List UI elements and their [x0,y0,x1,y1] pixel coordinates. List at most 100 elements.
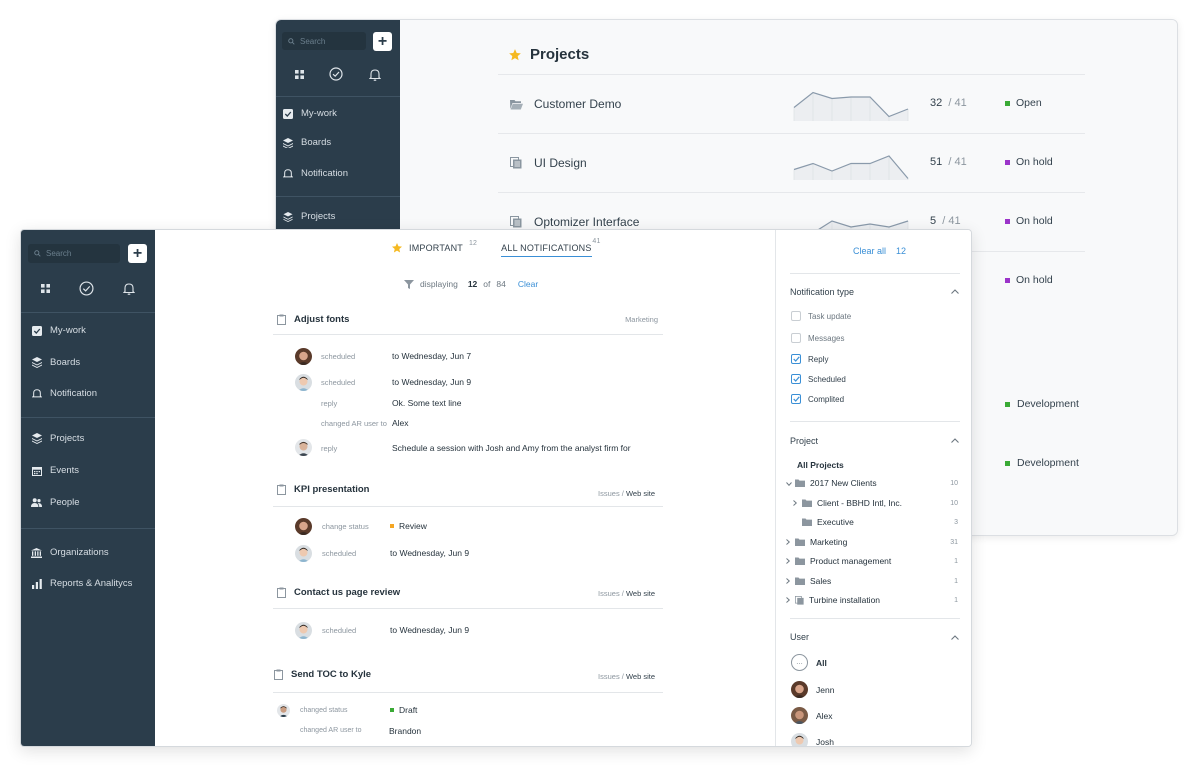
clear-all-button[interactable]: Clear all 12 [853,246,906,256]
section-notification-type[interactable]: Notification type [790,287,854,297]
sidebar-item-my-work[interactable]: My-work [31,325,86,336]
tab-all-notifications[interactable]: ALL NOTIFICATIONS 41 [501,238,600,257]
status-badge: On hold [1005,156,1053,168]
sidebar-item-my-work[interactable]: My-work [282,108,337,119]
sidebar-item-label: People [50,497,80,508]
project-name[interactable]: Optomizer Interface [534,215,639,229]
sidebar-item-projects[interactable]: Projects [282,211,335,222]
sidebar-item-people[interactable]: People [31,497,80,508]
chevron-up-icon[interactable] [951,632,959,642]
all-projects-item[interactable]: All Projects [797,460,844,470]
notification-tabs: IMPORTANT 12 ALL NOTIFICATIONS 41 [391,238,600,257]
section-user[interactable]: User [790,632,809,642]
folder-open-icon [510,97,523,115]
sidebar-item-label: Notification [50,388,97,399]
sidebar-item-label: Reports & Analitycs [50,578,133,589]
user-item-all[interactable]: … All [791,654,827,671]
activity-value: Review [390,521,427,531]
check-circle-icon[interactable] [329,67,344,81]
avatar [791,681,808,698]
chevron-right-icon[interactable] [786,577,795,586]
add-button[interactable]: + [128,244,147,263]
project-tree-item[interactable]: Client - BBHD Intl, Inc. 10 [786,498,958,508]
bank-icon [31,547,42,558]
activity-value: Schedule a session with Josh and Amy fro… [392,443,631,453]
chevron-right-icon[interactable] [786,538,795,547]
sidebar-item-label: Organizations [50,547,109,558]
project-tree-item[interactable]: 2017 New Clients 10 [786,478,958,488]
notification-group-title[interactable]: Contact us page review [277,587,400,598]
layers-icon [282,137,293,148]
notification-group-title[interactable]: Adjust fonts [277,314,349,325]
checkbox-messages[interactable]: Messages [791,333,844,343]
project-tree-item[interactable]: Turbine installation 1 [786,595,958,605]
sidebar-item-organizations[interactable]: Organizations [31,547,109,558]
user-item[interactable]: Jenn [791,681,834,698]
project-name[interactable]: Customer Demo [534,97,621,111]
user-item[interactable]: Josh [791,733,834,746]
bell-icon [31,388,42,399]
avatar [277,704,290,717]
chevron-down-icon[interactable] [786,479,795,488]
bell-icon[interactable] [122,282,135,295]
checkbox-complited[interactable]: Complited [791,394,844,404]
project-tree-item[interactable]: Sales 1 [786,576,958,586]
chevron-right-icon[interactable] [793,499,802,508]
search-input[interactable]: Search [282,32,366,50]
checkbox-scheduled[interactable]: Scheduled [791,374,846,384]
bell-icon[interactable] [369,68,382,81]
project-name[interactable]: UI Design [534,156,587,170]
project-tree-item[interactable]: Product management 1 [786,556,958,566]
sidebar-item-boards[interactable]: Boards [31,357,80,368]
group-tag-link[interactable]: Web site [626,589,655,598]
activity-value: to Wednesday, Jun 9 [390,548,470,558]
group-tag-link[interactable]: Web site [626,672,655,681]
grid-icon[interactable] [294,69,304,79]
checkbox-icon [31,325,42,336]
search-placeholder: Search [46,249,72,258]
check-icon [792,396,800,402]
check-circle-icon[interactable] [79,280,94,296]
filter-panel: Clear all 12 Notification type Task upda… [775,230,971,746]
notification-group-title[interactable]: Send TOC to Kyle [274,669,371,680]
layers-icon [31,433,42,444]
chevron-up-icon[interactable] [951,286,959,296]
tab-count: 41 [592,238,601,245]
add-button[interactable]: + [373,32,392,51]
activity-label: scheduled [321,378,356,387]
folder-icon [802,518,812,526]
folder-icon [795,577,805,585]
search-placeholder: Search [300,36,326,46]
project-row[interactable]: UI Design 51 / 41 On hold [498,133,1085,192]
group-tag-link[interactable]: Web site [626,489,655,498]
section-project[interactable]: Project [790,436,818,446]
notification-group-title[interactable]: KPI presentation [277,484,370,495]
project-row[interactable]: Customer Demo 32 / 41 Open [498,74,1085,133]
sidebar-item-projects[interactable]: Projects [31,433,84,444]
checkbox-reply[interactable]: Reply [791,354,828,364]
chevron-right-icon[interactable] [786,596,795,605]
sparkline [793,91,909,121]
sidebar-item-notification[interactable]: Notification [31,388,97,399]
sidebar-item-boards[interactable]: Boards [282,137,331,148]
checkbox-task-update[interactable]: Task update [791,311,851,321]
clear-filter-link[interactable]: Clear [518,279,538,289]
sidebar-item-label: Events [50,465,80,476]
star-icon [509,48,521,60]
grid-icon[interactable] [41,283,51,293]
sidebar-item-notification[interactable]: Notification [282,168,348,179]
activity-label: changed AR user to [321,419,387,428]
notifications-window: Search + My-work Boards Notification Pro… [20,229,972,747]
tab-important[interactable]: IMPORTANT 12 [391,240,477,257]
user-item[interactable]: Alex [791,707,833,724]
sidebar-item-events[interactable]: Events [31,465,79,476]
project-tree-item[interactable]: Marketing 31 [786,537,958,547]
sidebar-item-label: Notification [301,168,348,179]
chevron-right-icon[interactable] [786,557,795,566]
activity-value: to Wednesday, Jun 7 [392,351,472,361]
search-input[interactable]: Search [28,244,120,263]
sidebar-item-reports[interactable]: Reports & Analitycs [31,578,132,589]
check-icon [792,376,800,382]
project-tree-item[interactable]: Executive 3 [786,517,958,527]
chevron-up-icon[interactable] [951,435,959,445]
